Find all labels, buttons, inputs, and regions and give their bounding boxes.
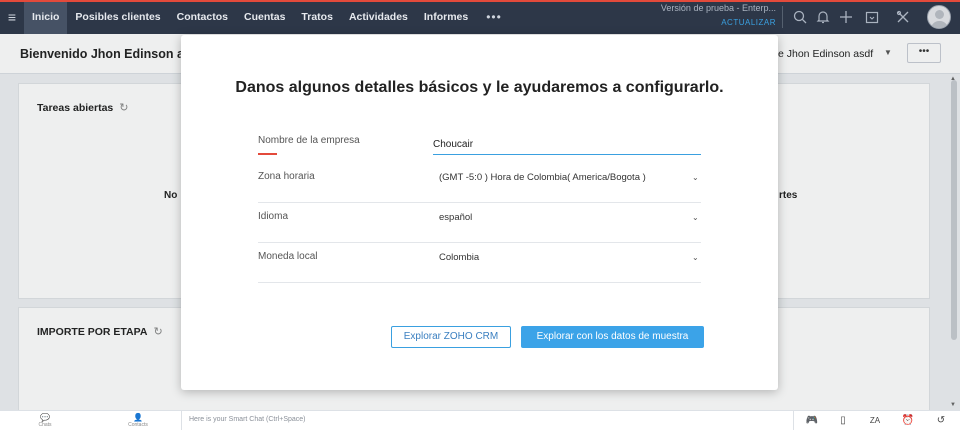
language-row[interactable]: Idioma español ⌄ (258, 203, 701, 243)
avatar-head (935, 10, 944, 19)
currency-row[interactable]: Moneda local Colombia ⌄ (258, 243, 701, 283)
tab-actividades[interactable]: Actividades (341, 0, 416, 34)
bell-icon[interactable] (813, 7, 833, 27)
gamepad-icon[interactable]: 🎮 (801, 412, 823, 430)
menu-icon[interactable]: ≡ (0, 0, 24, 34)
currency-select[interactable]: Colombia (439, 252, 479, 263)
chats-button[interactable]: 💬 Chats (30, 413, 60, 428)
language-label: Idioma (258, 211, 289, 222)
divider (181, 411, 182, 430)
nav-divider (782, 6, 783, 28)
modal-heading: Danos algunos detalles básicos y le ayud… (235, 79, 724, 96)
avatar-body (931, 21, 948, 28)
tab-inicio[interactable]: Inicio (24, 0, 68, 34)
tab-tratos[interactable]: Tratos (293, 0, 341, 34)
chevron-down-icon[interactable]: ⌄ (692, 253, 699, 262)
divider (793, 411, 794, 430)
setup-modal: Danos algunos detalles básicos y le ayud… (181, 35, 778, 390)
plus-icon[interactable] (836, 7, 856, 27)
tab-posibles-clientes[interactable]: Posibles clientes (67, 0, 168, 34)
history-icon[interactable]: ↺ (930, 412, 952, 430)
smart-chat-input[interactable]: Here is your Smart Chat (Ctrl+Space) (189, 416, 306, 423)
avatar[interactable] (927, 5, 951, 29)
currency-label: Moneda local (258, 251, 318, 262)
timezone-label: Zona horaria (258, 171, 315, 182)
contacts-button[interactable]: 👤 Contacts (123, 413, 153, 428)
tab-contactos[interactable]: Contactos (169, 0, 236, 34)
trial-text: Versión de prueba - Enterp... (660, 3, 776, 13)
tools-icon[interactable] (893, 7, 913, 27)
company-label: Nombre de la empresa (258, 135, 360, 146)
company-row: Nombre de la empresa (258, 127, 701, 167)
calendar-icon[interactable] (862, 7, 882, 27)
chevron-down-icon[interactable]: ⌄ (692, 173, 699, 182)
explore-crm-button[interactable]: Explorar ZOHO CRM (391, 326, 511, 348)
timezone-select[interactable]: (GMT -5:0 ) Hora de Colombia( America/Bo… (439, 172, 646, 183)
contacts-label: Contacts (128, 422, 148, 428)
trial-info: Versión de prueba - Enterp... ACTUALIZAR (640, 3, 776, 27)
bottom-bar: 💬 Chats 👤 Contacts Here is your Smart Ch… (0, 410, 960, 430)
chevron-down-icon[interactable]: ⌄ (692, 213, 699, 222)
search-icon[interactable] (790, 7, 810, 27)
language-select[interactable]: español (439, 212, 472, 223)
top-accent-line (0, 0, 960, 2)
top-nav: ≡ Inicio Posibles clientes Contactos Cue… (0, 0, 960, 34)
explore-sample-data-button[interactable]: Explorar con los datos de muestra (521, 326, 704, 348)
translate-icon[interactable]: ZA (864, 412, 886, 430)
alarm-icon[interactable]: ⏰ (897, 412, 919, 430)
person-icon: 👤 (133, 413, 143, 422)
tab-informes[interactable]: Informes (416, 0, 476, 34)
required-marker (258, 153, 277, 155)
upgrade-link[interactable]: ACTUALIZAR (640, 18, 776, 27)
chat-bubble-icon: 💬 (40, 413, 50, 422)
tab-cuentas[interactable]: Cuentas (236, 0, 293, 34)
company-name-input[interactable] (433, 127, 701, 155)
more-tabs-button[interactable]: ••• (476, 10, 512, 24)
clipboard-icon[interactable]: ▯ (832, 412, 854, 430)
timezone-row[interactable]: Zona horaria (GMT -5:0 ) Hora de Colombi… (258, 163, 701, 203)
chats-label: Chats (38, 422, 52, 428)
